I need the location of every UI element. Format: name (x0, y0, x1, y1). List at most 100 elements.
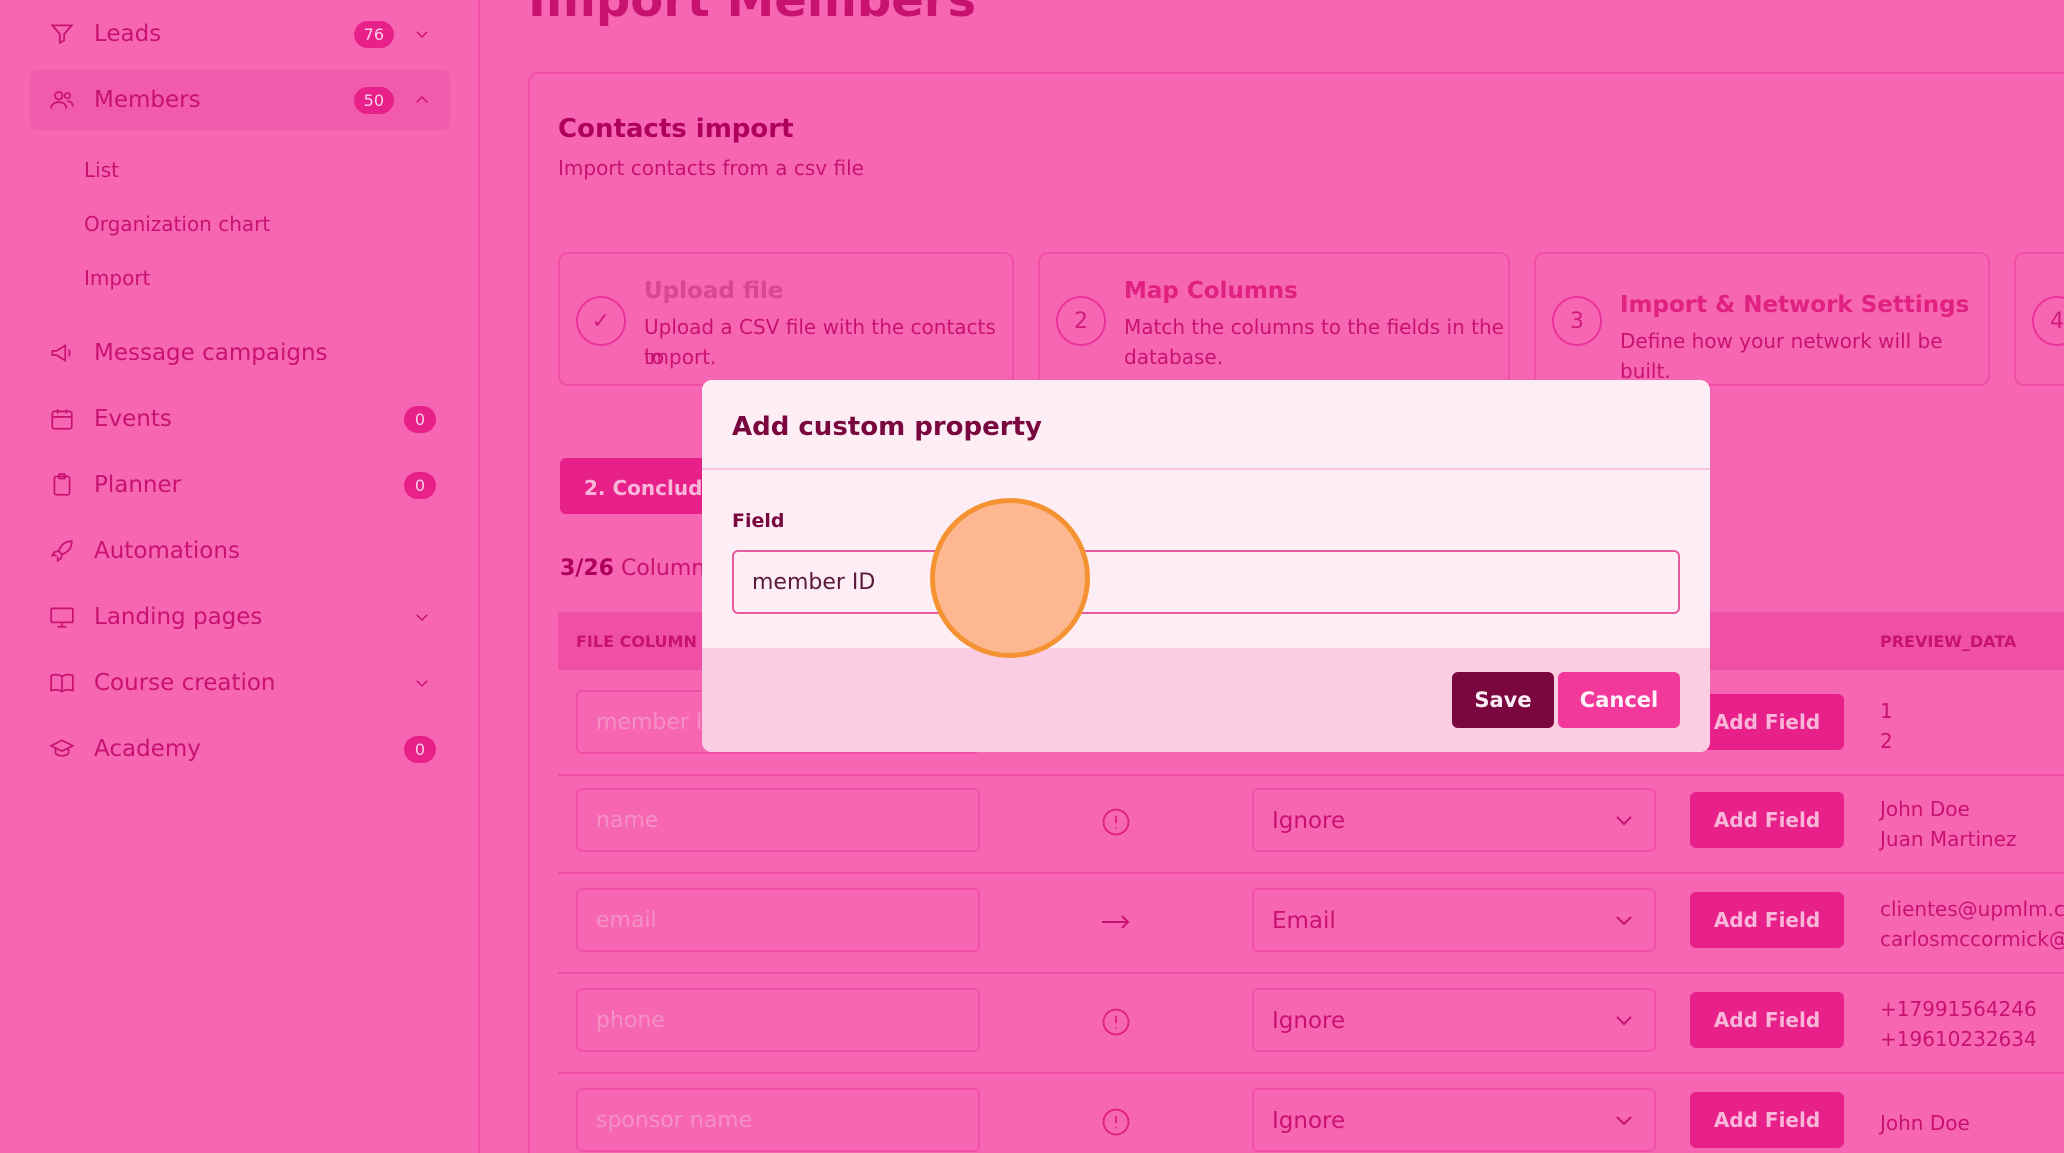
preview-value: +17991564246 (1880, 997, 2037, 1021)
column-name-input[interactable]: sponsor name (576, 1088, 980, 1152)
monitor-icon (42, 597, 82, 637)
add-field-button[interactable]: Add Field (1690, 792, 1844, 848)
sidebar: Leads 76 Members 50 List Organization ch… (0, 0, 480, 1153)
sidebar-item-automations[interactable]: Automations (30, 521, 450, 581)
page-title: Import Members (528, 0, 977, 28)
sidebar-subitem-import[interactable]: Import (84, 266, 150, 290)
sidebar-item-label: Course creation (94, 670, 276, 696)
step-description: database. (1124, 345, 1224, 369)
save-button[interactable]: Save (1452, 672, 1554, 728)
column-name-input[interactable]: email (576, 888, 980, 952)
step-description: Define how your network will be built. (1620, 329, 1943, 383)
step-4[interactable]: 4 (2014, 252, 2064, 386)
sidebar-item-label: Message campaigns (94, 340, 328, 366)
sidebar-item-landing-pages[interactable]: Landing pages (30, 587, 450, 647)
warning-icon (1098, 804, 1134, 840)
header-file-column: FILE COLUMN (576, 632, 697, 651)
table-row: sponsor name Ignore Add Field John Doe (558, 1074, 2064, 1153)
preview-data: clientes@upmlm.co carlosmccormick@b (1880, 894, 2064, 954)
preview-value: 2 (1880, 729, 1893, 753)
field-select[interactable]: Ignore (1252, 988, 1656, 1052)
sidebar-item-label: Academy (94, 736, 201, 762)
step-upload-file[interactable]: ✓ Upload file Upload a CSV file with the… (558, 252, 1014, 386)
count-badge: 50 (353, 86, 394, 114)
preview-data: John Doe (1880, 1108, 1970, 1138)
header-preview-data: PREVIEW_DATA (1880, 632, 2017, 651)
sidebar-item-label: Automations (94, 538, 240, 564)
table-row: name Ignore Add Field John Doe Juan Mart… (558, 774, 2064, 874)
add-field-button[interactable]: Add Field (1690, 1092, 1844, 1148)
chevron-down-icon[interactable] (408, 20, 436, 48)
preview-data: +17991564246 +19610232634 (1880, 994, 2037, 1054)
count-badge: 76 (353, 20, 394, 48)
sidebar-item-academy[interactable]: Academy 0 (30, 719, 450, 779)
step-map-columns[interactable]: 2 Map Columns Match the columns to the f… (1038, 252, 1510, 386)
preview-data: John Doe Juan Martinez (1880, 794, 2016, 854)
card-title: Contacts import (558, 114, 794, 144)
table-row: phone Ignore Add Field +17991564246 +196… (558, 974, 2064, 1074)
select-value: Ignore (1272, 1108, 1346, 1134)
modal-title: Add custom property (732, 412, 1042, 442)
calendar-icon (42, 399, 82, 439)
select-value: Email (1272, 908, 1336, 934)
column-name-input[interactable]: name (576, 788, 980, 852)
click-indicator (930, 498, 1090, 658)
field-select[interactable]: Email (1252, 888, 1656, 952)
step-number: 2 (1056, 296, 1106, 346)
step-description: import. (644, 345, 717, 369)
funnel-icon (42, 14, 82, 54)
sidebar-item-label: Landing pages (94, 604, 263, 630)
sidebar-item-course-creation[interactable]: Course creation (30, 653, 450, 713)
table-row: email Email Add Field clientes@upmlm.co … (558, 874, 2064, 974)
chevron-down-icon (1616, 816, 1632, 826)
step-title: Map Columns (1124, 278, 1298, 304)
sidebar-item-label: Members (94, 87, 201, 113)
chevron-down-icon[interactable] (408, 603, 436, 631)
sidebar-item-label: Leads (94, 21, 162, 47)
preview-value: John Doe (1880, 1111, 1970, 1135)
column-name-input[interactable]: phone (576, 988, 980, 1052)
preview-value: clientes@upmlm.co (1880, 897, 2064, 921)
warning-icon (1098, 1004, 1134, 1040)
chevron-down-icon[interactable] (408, 669, 436, 697)
sidebar-item-label: Planner (94, 472, 182, 498)
field-select[interactable]: Ignore (1252, 788, 1656, 852)
columns-count-label: Column (620, 556, 706, 581)
sidebar-item-planner[interactable]: Planner 0 (30, 455, 450, 515)
step-title: Import & Network Settings (1620, 292, 1970, 318)
sidebar-subitem-list[interactable]: List (84, 158, 119, 182)
card-subtitle: Import contacts from a csv file (558, 156, 864, 180)
users-icon (42, 80, 82, 120)
chevron-up-icon[interactable] (408, 86, 436, 114)
add-field-button[interactable]: Add Field (1690, 694, 1844, 750)
megaphone-icon (42, 333, 82, 373)
sidebar-item-events[interactable]: Events 0 (30, 389, 450, 449)
step-title: Upload file (644, 278, 784, 304)
select-value: Ignore (1272, 1008, 1346, 1034)
sidebar-item-leads[interactable]: Leads 76 (30, 4, 450, 64)
columns-count-value: 3/26 (560, 556, 614, 581)
chevron-down-icon (1616, 1116, 1632, 1126)
clipboard-icon (42, 465, 82, 505)
sidebar-subitem-organization-chart[interactable]: Organization chart (84, 212, 270, 236)
sidebar-item-label: Events (94, 406, 172, 432)
add-field-button[interactable]: Add Field (1690, 892, 1844, 948)
arrow-right-icon (1098, 904, 1134, 940)
field-input[interactable] (732, 550, 1680, 614)
step-import-network-settings[interactable]: 3 Import & Network Settings Define how y… (1534, 252, 1990, 386)
sidebar-item-message-campaigns[interactable]: Message campaigns (30, 323, 450, 383)
count-badge: 0 (404, 735, 436, 763)
step-description: Match the columns to the fields in the (1124, 315, 1504, 339)
cancel-button[interactable]: Cancel (1558, 672, 1680, 728)
warning-icon (1098, 1104, 1134, 1140)
check-icon: ✓ (576, 296, 626, 346)
add-field-button[interactable]: Add Field (1690, 992, 1844, 1048)
preview-value: 1 (1880, 699, 1893, 723)
preview-value: Juan Martinez (1880, 827, 2017, 851)
preview-value: John Doe (1880, 797, 1970, 821)
field-select[interactable]: Ignore (1252, 1088, 1656, 1152)
modal-divider (702, 468, 1710, 470)
step-number: 3 (1552, 296, 1602, 346)
columns-count: 3/26 Column (560, 556, 705, 581)
sidebar-item-members[interactable]: Members 50 (30, 70, 450, 130)
